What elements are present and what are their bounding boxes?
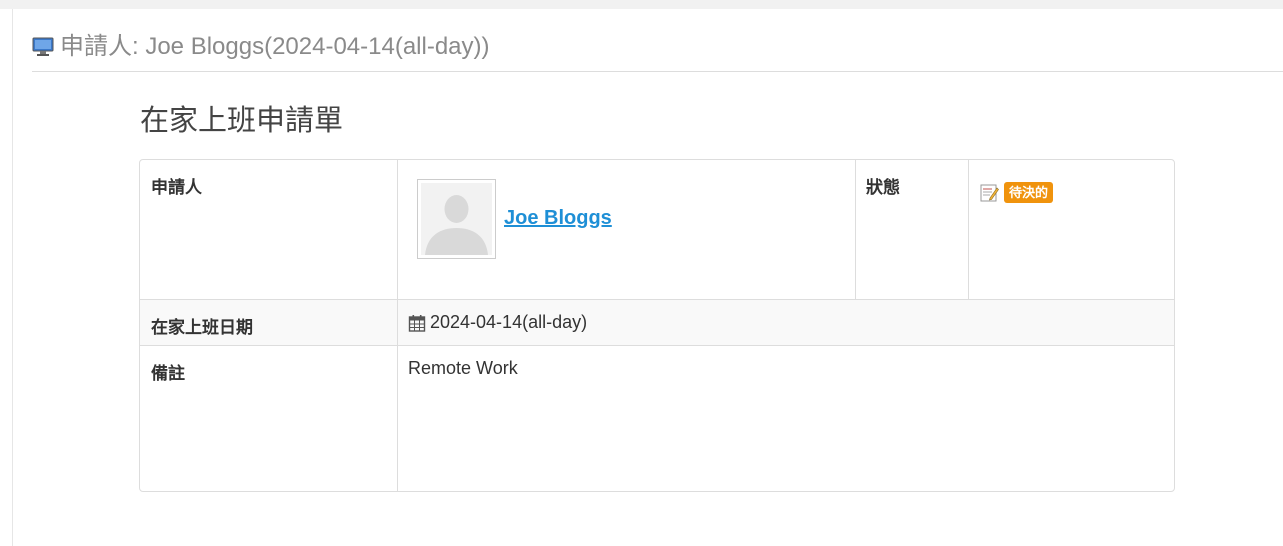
top-strip [0,0,1283,9]
monitor-icon [32,37,54,57]
status-display: 待決的 [980,182,1054,203]
page-header-title: 申請人: Joe Bloggs(2024-04-14(all-day)) [60,33,490,60]
form-table: 申請人 Joe Bloggs 狀態 待決的 在家上班日期 2024-04-14(… [139,159,1175,492]
date-row-background [140,300,1174,345]
row-divider [140,345,1174,346]
date-value: 2024-04-14(all-day) [408,312,587,333]
status-badge: 待決的 [1004,182,1054,203]
row-divider [140,299,1174,300]
memo-icon [980,183,999,202]
applicant-label: 申請人 [151,178,202,197]
column-divider [397,160,398,491]
note-label: 備註 [151,364,185,383]
avatar [417,179,496,259]
page-header: 申請人: Joe Bloggs(2024-04-14(all-day)) [32,30,1283,72]
default-avatar-icon [421,183,492,255]
date-value-text: 2024-04-14(all-day) [430,312,588,332]
column-divider [968,160,969,299]
column-divider [855,160,856,299]
form-title: 在家上班申請單 [140,105,344,137]
applicant-name-link[interactable]: Joe Bloggs [504,207,612,230]
calendar-icon [408,314,426,332]
left-divider [12,9,13,546]
note-value: Remote Work [408,358,518,378]
status-label: 狀態 [866,178,900,197]
date-label: 在家上班日期 [151,318,253,337]
